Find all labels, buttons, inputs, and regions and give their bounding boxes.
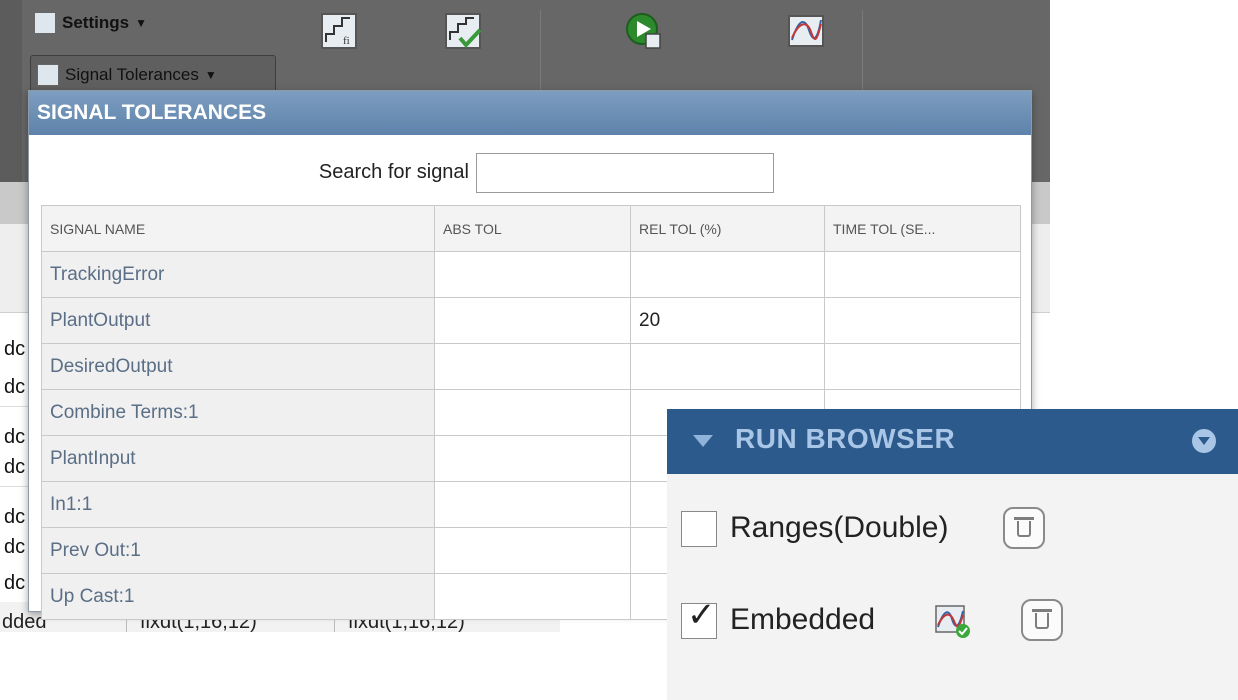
abs-tol-cell[interactable] [434, 481, 631, 528]
signal-name-cell: DesiredOutput [41, 343, 435, 390]
settings-dropdown[interactable]: Settings ▼ [34, 12, 147, 34]
table-row[interactable]: dc [0, 528, 30, 567]
panel-menu-icon[interactable] [1192, 429, 1216, 453]
column-header-abs-tol[interactable]: ABS TOL [434, 205, 631, 252]
time-tol-cell[interactable] [824, 297, 1021, 344]
cell-text: dc [4, 506, 26, 528]
checkmark-icon: ✓ [687, 596, 716, 634]
column-header-rel-tol[interactable]: REL TOL (%) [630, 205, 825, 252]
run-label[interactable]: Ranges(Double) [730, 511, 948, 545]
abs-tol-cell[interactable] [434, 527, 631, 574]
panel-title: SIGNAL TOLERANCES [29, 91, 1031, 135]
rel-tol-cell[interactable]: 20 [630, 297, 825, 344]
search-row: Search for signal [29, 151, 1029, 195]
chevron-down-icon: ▼ [204, 68, 217, 82]
svg-text:fi: fi [343, 35, 350, 47]
table-header-row: SIGNAL NAME ABS TOL REL TOL (%) TIME TOL… [41, 205, 1021, 252]
signal-name-cell: Up Cast:1 [41, 573, 435, 620]
toolstrip-divider [862, 10, 863, 95]
column-header-time-tol[interactable]: TIME TOL (SE... [824, 205, 1021, 252]
signal-name-cell: Prev Out:1 [41, 527, 435, 574]
toolstrip-divider [540, 10, 541, 95]
time-tol-cell[interactable] [824, 343, 1021, 390]
time-tol-cell[interactable] [824, 251, 1021, 298]
plot-icon[interactable] [787, 12, 825, 50]
signal-tolerances-label: Signal Tolerances [65, 65, 199, 84]
collapse-triangle-icon[interactable] [693, 435, 713, 447]
table-row[interactable]: dc [0, 368, 30, 407]
signal-name-cell: PlantOutput [41, 297, 435, 344]
run-checkbox[interactable] [681, 511, 717, 547]
abs-tol-cell[interactable] [434, 435, 631, 482]
signal-name-cell: Combine Terms:1 [41, 389, 435, 436]
table-row[interactable]: dc [0, 564, 30, 603]
cell-text: dc [4, 338, 26, 360]
abs-tol-cell[interactable] [434, 573, 631, 620]
trash-icon[interactable] [1021, 599, 1063, 641]
table-row: DesiredOutput [41, 343, 1021, 390]
abs-tol-cell[interactable] [434, 343, 631, 390]
signal-tolerances-dropdown[interactable]: Signal Tolerances ▼ [30, 55, 276, 93]
run-item-embedded: ✓ Embedded [667, 591, 1238, 651]
cell-text: dded [2, 611, 47, 632]
run-browser-panel: RUN BROWSER Ranges(Double) ✓ Embedded [667, 409, 1238, 700]
chevron-down-icon: ▼ [135, 16, 147, 30]
search-input[interactable] [476, 153, 774, 193]
signal-name-cell: PlantInput [41, 435, 435, 482]
table-row[interactable]: dc [0, 448, 30, 487]
table-row[interactable]: dc [0, 330, 30, 369]
abs-tol-cell[interactable] [434, 389, 631, 436]
table-row: TrackingError [41, 251, 1021, 298]
signal-name-cell: In1:1 [41, 481, 435, 528]
run-browser-header: RUN BROWSER [667, 409, 1238, 474]
cell-text: dc [4, 376, 26, 398]
run-icon[interactable] [625, 12, 663, 50]
run-label[interactable]: Embedded [730, 603, 875, 637]
trash-icon[interactable] [1003, 507, 1045, 549]
signal-tolerances-icon [37, 64, 59, 86]
settings-label: Settings [62, 13, 130, 32]
run-browser-title: RUN BROWSER [735, 423, 956, 454]
settings-icon [34, 12, 56, 34]
rel-tol-cell[interactable] [630, 343, 825, 390]
signal-name-cell: TrackingError [41, 251, 435, 298]
cell-text: dc [4, 572, 26, 594]
plot-result-icon[interactable] [935, 603, 971, 639]
column-header-signal-name[interactable]: SIGNAL NAME [41, 205, 435, 252]
run-item-ranges-double: Ranges(Double) [667, 499, 1238, 559]
abs-tol-cell[interactable] [434, 251, 631, 298]
cell-text: dc [4, 536, 26, 558]
fixed-point-icon[interactable]: fi [320, 12, 358, 50]
abs-tol-cell[interactable] [434, 297, 631, 344]
toolstrip-edge [0, 0, 22, 182]
verify-icon[interactable] [444, 12, 482, 50]
cell-text: dc [4, 426, 26, 448]
rel-tol-cell[interactable] [630, 251, 825, 298]
cell-text: dc [4, 456, 26, 478]
search-label: Search for signal [318, 161, 469, 183]
table-row: PlantOutput 20 [41, 297, 1021, 344]
run-checkbox[interactable]: ✓ [681, 598, 717, 639]
